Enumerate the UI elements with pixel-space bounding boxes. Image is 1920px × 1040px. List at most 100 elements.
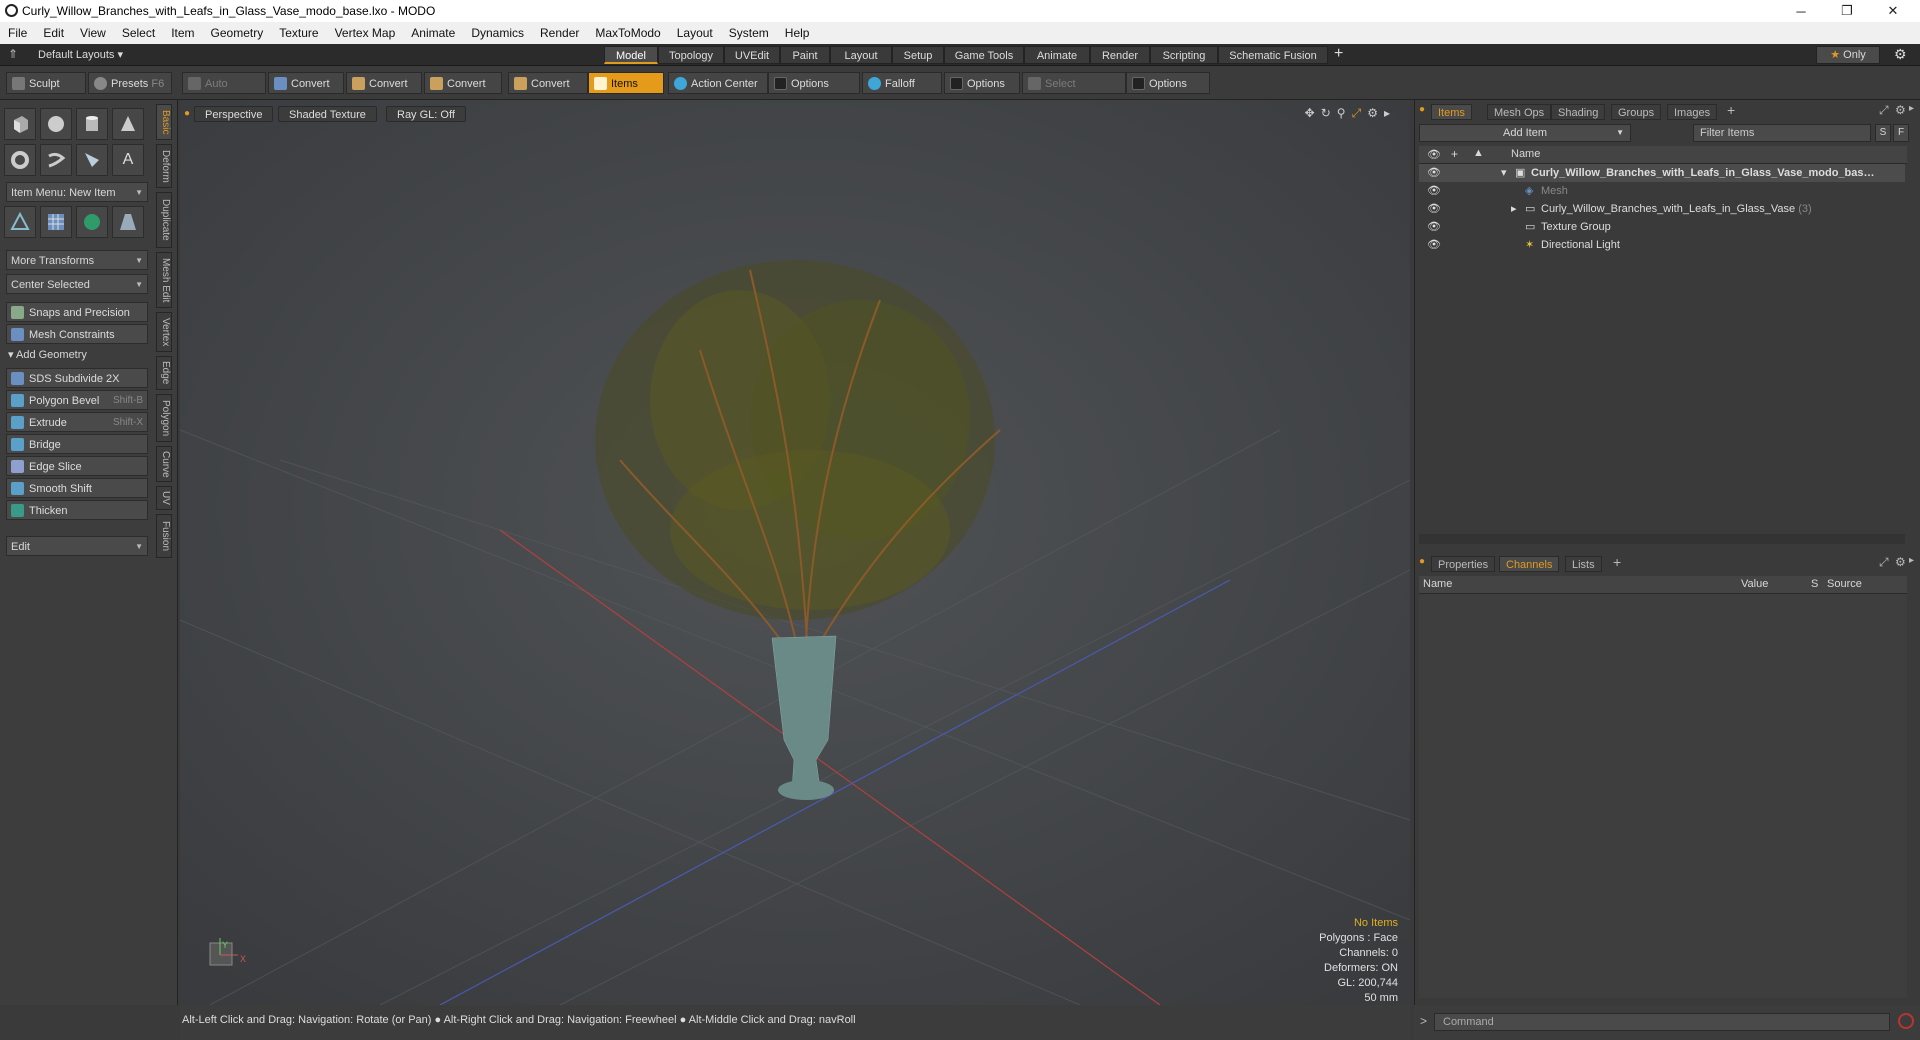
- item-row-texture-group[interactable]: 👁 ▭ Texture Group: [1419, 218, 1905, 236]
- cylinder-icon[interactable]: [76, 108, 108, 140]
- item-row-group[interactable]: 👁 ▸ ▭ Curly_Willow_Branches_with_Leafs_in_G…: [1419, 200, 1905, 218]
- item-row-directional-light[interactable]: 👁 ✶ Directional Light: [1419, 236, 1905, 254]
- viewport-gear-icon[interactable]: ⚙: [1367, 106, 1384, 120]
- menu-select[interactable]: Select: [114, 26, 163, 40]
- record-icon[interactable]: [1898, 1013, 1914, 1029]
- auto-select-button[interactable]: Auto Select: [182, 72, 266, 112]
- cone-icon[interactable]: [112, 108, 144, 140]
- tab-animate[interactable]: Animate: [1024, 46, 1090, 64]
- convert-edge-button[interactable]: Convert: [346, 72, 422, 94]
- filter-s-button[interactable]: S: [1875, 124, 1891, 142]
- channel-value-header[interactable]: Value: [1741, 578, 1768, 590]
- mesh-constraints-button[interactable]: Mesh Constraints: [6, 324, 148, 344]
- menu-dynamics[interactable]: Dynamics: [463, 26, 532, 40]
- channel-s-header[interactable]: S: [1811, 578, 1818, 590]
- eye-icon[interactable]: 👁: [1427, 164, 1441, 182]
- transform-icon[interactable]: [4, 206, 36, 238]
- restore-icon[interactable]: ❐: [1824, 0, 1870, 22]
- select-through-button[interactable]: Select Through: [1022, 72, 1126, 112]
- tab-game-tools[interactable]: Game Tools: [944, 46, 1024, 64]
- item-menu-dropdown[interactable]: Item Menu: New Item: [6, 182, 148, 203]
- menu-item[interactable]: Item: [163, 26, 202, 40]
- shading-mode-button[interactable]: Shaded Texture: [278, 106, 377, 122]
- menu-layout[interactable]: Layout: [669, 26, 721, 40]
- menu-render[interactable]: Render: [532, 26, 587, 40]
- vtab-polygon[interactable]: Polygon: [156, 394, 172, 442]
- tab-paint[interactable]: Paint: [780, 46, 830, 64]
- panel-expand-icon[interactable]: ⤢: [1879, 103, 1889, 118]
- edit-dropdown[interactable]: Edit: [6, 536, 148, 557]
- sphere-icon[interactable]: [40, 108, 72, 140]
- vtab-curve[interactable]: Curve: [156, 446, 172, 482]
- menu-vertex-map[interactable]: Vertex Map: [327, 26, 404, 40]
- tube-icon[interactable]: [40, 144, 72, 176]
- item-row-scene[interactable]: 👁 ▾ ▣ Curly_Willow_Branches_with_Leafs_in_G…: [1419, 164, 1905, 182]
- 3d-viewport[interactable]: Y X ● Perspective Shaded Texture Ray GL:…: [180, 100, 1410, 1005]
- bridge-button[interactable]: Bridge: [6, 434, 148, 454]
- torus-icon[interactable]: [4, 144, 36, 176]
- menu-maxtomodo[interactable]: MaxToModo: [587, 26, 668, 40]
- pan-icon[interactable]: ✥: [1305, 106, 1321, 120]
- extrude-button[interactable]: Extrude Shift-X: [6, 412, 148, 432]
- add-tab-icon[interactable]: +: [1727, 102, 1735, 118]
- tab-groups[interactable]: Groups: [1611, 104, 1662, 120]
- menu-view[interactable]: View: [72, 26, 114, 40]
- minimize-icon[interactable]: ─: [1778, 0, 1824, 22]
- convert-vertex-button[interactable]: Convert: [268, 72, 344, 94]
- tab-channels[interactable]: Channels: [1499, 556, 1560, 572]
- action-center-button[interactable]: Action Center: [668, 72, 768, 94]
- tab-scripting[interactable]: Scripting: [1150, 46, 1218, 64]
- tab-topology[interactable]: Topology: [658, 46, 724, 64]
- menu-help[interactable]: Help: [777, 26, 818, 40]
- vtab-uv[interactable]: UV: [156, 486, 172, 510]
- panel-arrow-icon[interactable]: ▸: [1909, 555, 1914, 566]
- eye-icon[interactable]: 👁: [1427, 218, 1441, 236]
- tab-mesh-ops[interactable]: Mesh Ops: [1487, 104, 1552, 120]
- panel-menu-dot[interactable]: ●: [1419, 556, 1425, 567]
- text-icon[interactable]: A: [112, 144, 144, 176]
- pen-icon[interactable]: [76, 144, 108, 176]
- items-mode-button[interactable]: Items: [588, 72, 664, 94]
- panel-expand-icon[interactable]: ⤢: [1879, 555, 1889, 570]
- panel-gear-icon[interactable]: ⚙: [1895, 103, 1906, 117]
- tab-items[interactable]: Items: [1431, 104, 1472, 120]
- expand-arrow-icon[interactable]: ▸: [1384, 106, 1396, 120]
- tab-shading[interactable]: Shading: [1551, 104, 1606, 120]
- channel-source-header[interactable]: Source: [1827, 578, 1862, 590]
- tab-layout[interactable]: Layout: [830, 46, 892, 64]
- add-item-dropdown[interactable]: Add Item ▼: [1419, 124, 1631, 142]
- vtab-deform[interactable]: Deform: [156, 144, 172, 188]
- more-transforms-dropdown[interactable]: More Transforms: [6, 250, 148, 271]
- plane-icon[interactable]: [112, 206, 144, 238]
- viewport-menu-dot[interactable]: ●: [184, 108, 190, 119]
- collapse-arrow-icon[interactable]: ▾: [1501, 164, 1507, 182]
- tab-setup[interactable]: Setup: [892, 46, 944, 64]
- vtab-basic[interactable]: Basic: [156, 104, 172, 140]
- tab-images[interactable]: Images: [1667, 104, 1718, 120]
- snaps-button[interactable]: Snaps and Precision: [6, 302, 148, 322]
- only-button[interactable]: ★ Only: [1816, 46, 1880, 64]
- panel-gear-icon[interactable]: ⚙: [1895, 555, 1906, 569]
- sds-subdivide-button[interactable]: SDS Subdivide 2X: [6, 368, 148, 388]
- options-button-3[interactable]: Options: [1126, 72, 1210, 94]
- menu-system[interactable]: System: [721, 26, 777, 40]
- vtab-edge[interactable]: Edge: [156, 356, 172, 390]
- tab-properties[interactable]: Properties: [1431, 556, 1496, 572]
- raygl-button[interactable]: Ray GL: Off: [386, 106, 466, 122]
- falloff-button[interactable]: Falloff: [862, 72, 942, 94]
- options-button-1[interactable]: Options: [768, 72, 860, 94]
- menu-animate[interactable]: Animate: [403, 26, 463, 40]
- tab-uvedit[interactable]: UVEdit: [724, 46, 780, 64]
- menu-geometry[interactable]: Geometry: [203, 26, 272, 40]
- eye-icon[interactable]: 👁: [1427, 200, 1441, 218]
- viewport-nav-controls[interactable]: ✥↻⚲⤢⚙▸: [1305, 106, 1396, 121]
- grid-icon[interactable]: [40, 206, 72, 238]
- vtab-fusion[interactable]: Fusion: [156, 514, 172, 558]
- name-column-header[interactable]: Name: [1511, 148, 1540, 160]
- zoom-icon[interactable]: ⚲: [1337, 106, 1352, 120]
- items-scrollbar[interactable]: [1419, 534, 1905, 544]
- vtab-duplicate[interactable]: Duplicate: [156, 192, 172, 248]
- polygon-bevel-button[interactable]: Polygon Bevel Shift-B: [6, 390, 148, 410]
- layout-selector[interactable]: Default Layouts ▾: [38, 48, 123, 61]
- vtab-mesh-edit[interactable]: Mesh Edit: [156, 252, 172, 308]
